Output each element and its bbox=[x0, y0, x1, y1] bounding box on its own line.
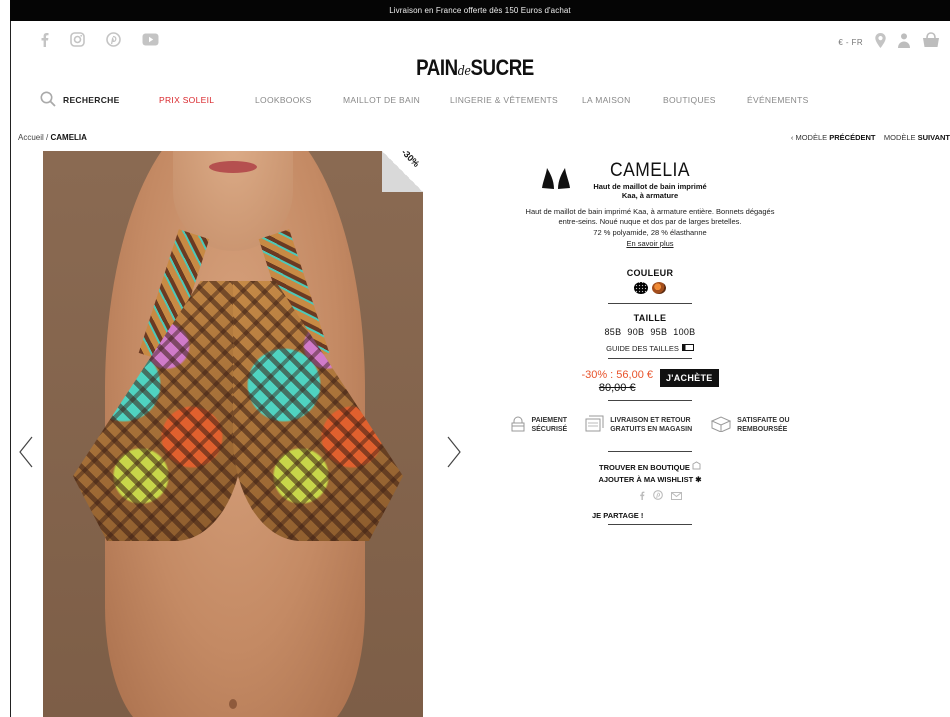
social-links bbox=[40, 32, 159, 52]
next-model-prefix: MODÈLE bbox=[883, 133, 918, 142]
product-details: CAMELIA Haut de maillot de bain imprimé … bbox=[500, 150, 800, 525]
product-composition: 72 % polyamide, 28 % élasthanne bbox=[593, 228, 707, 237]
size-option-85b[interactable]: 85B bbox=[605, 327, 622, 337]
size-options: 85B 90B 95B 100B bbox=[500, 327, 800, 337]
logo-text-left: PAIN bbox=[416, 55, 458, 80]
product-name: CAMELIA bbox=[610, 160, 690, 181]
header-utilities: € - FR bbox=[838, 32, 940, 53]
nav-item-prix-soleil[interactable]: PRIX SOLEIL bbox=[159, 95, 214, 105]
breadcrumb-current: CAMELIA bbox=[50, 133, 87, 142]
size-option-100b[interactable]: 100B bbox=[673, 327, 695, 337]
share-icons bbox=[500, 487, 800, 505]
ruler-icon bbox=[681, 344, 694, 353]
photo-model-navel bbox=[229, 699, 237, 709]
gallery-next-arrow[interactable] bbox=[446, 436, 462, 468]
wishlist-label: AJOUTER À MA WISHLIST bbox=[598, 474, 694, 484]
find-store-link[interactable]: TROUVER EN BOUTIQUE bbox=[500, 460, 800, 474]
facebook-icon[interactable] bbox=[40, 32, 49, 52]
previous-model-label: PRÉCÉDENT bbox=[829, 133, 876, 142]
size-guide-link[interactable]: GUIDE DES TAILLES bbox=[500, 344, 800, 353]
next-model-label: SUIVANT bbox=[917, 133, 950, 142]
search-icon bbox=[40, 91, 56, 109]
nav-item-lingerie-vetements[interactable]: LINGERIE & VÊTEMENTS bbox=[450, 95, 558, 105]
divider bbox=[608, 523, 692, 525]
learn-more-link[interactable]: En savoir plus bbox=[500, 239, 800, 248]
pinterest-icon[interactable] bbox=[106, 32, 121, 52]
nav-item-la-maison[interactable]: LA MAISON bbox=[582, 95, 631, 105]
color-swatch-check[interactable] bbox=[634, 282, 648, 294]
refund-package-icon bbox=[710, 416, 732, 436]
share-email-icon[interactable] bbox=[670, 487, 682, 505]
search-button[interactable]: RECHERCHE bbox=[40, 91, 158, 109]
nav-item-boutiques[interactable]: BOUTIQUES bbox=[663, 95, 716, 105]
find-store-label: TROUVER EN BOUTIQUE bbox=[599, 462, 690, 472]
size-label: TAILLE bbox=[633, 313, 667, 323]
delivery-box-icon bbox=[585, 415, 605, 437]
promo-banner: Livraison en France offerte dès 150 Euro… bbox=[10, 0, 950, 21]
instagram-icon[interactable] bbox=[70, 32, 85, 52]
next-model-link[interactable]: MODÈLE SUIVANT bbox=[884, 133, 950, 142]
discount-badge: -30% bbox=[382, 147, 423, 192]
guarantee-line2: GRATUITS EN MAGASIN bbox=[610, 425, 693, 433]
share-pinterest-icon[interactable] bbox=[652, 487, 663, 505]
site-logo[interactable]: PAINdeSUCRE bbox=[71, 55, 879, 81]
breadcrumb: Accueil / CAMELIA bbox=[18, 133, 87, 142]
logo-text-amp: de bbox=[457, 64, 471, 79]
location-pin-icon[interactable] bbox=[875, 32, 886, 53]
page-border bbox=[10, 0, 11, 717]
size-option-95b[interactable]: 95B bbox=[650, 327, 667, 337]
buy-button[interactable]: J'ACHÈTE bbox=[660, 369, 719, 387]
discount-badge-text: -30% bbox=[399, 147, 422, 169]
language-currency-selector[interactable]: € - FR bbox=[838, 38, 863, 47]
guarantee-line2: SÉCURISÉ bbox=[531, 425, 568, 433]
share-facebook-icon[interactable] bbox=[639, 487, 645, 505]
guarantee-free-delivery: LIVRAISON ET RETOUR GRATUITS EN MAGASIN bbox=[585, 415, 692, 437]
logo-text-right: SUCRE bbox=[470, 55, 535, 80]
model-pager: ‹ MODÈLE PRÉCÉDENT MODÈLE SUIVANT bbox=[791, 133, 950, 142]
guarantee-line1: SATISFAITE OU bbox=[737, 417, 790, 425]
size-option-90b[interactable]: 90B bbox=[627, 327, 644, 337]
color-swatch-kaa[interactable] bbox=[652, 282, 666, 294]
nav-item-lookbooks[interactable]: LOOKBOOKS bbox=[255, 95, 312, 105]
share-label: JE PARTAGE ! bbox=[592, 510, 644, 520]
store-icon bbox=[692, 460, 701, 472]
youtube-icon[interactable] bbox=[142, 33, 159, 51]
cart-icon[interactable] bbox=[922, 32, 940, 53]
asterisk-icon: ✱ bbox=[695, 474, 702, 484]
search-label: RECHERCHE bbox=[63, 95, 120, 105]
color-swatches bbox=[500, 282, 800, 294]
photo-model-lips bbox=[209, 161, 257, 173]
nav-item-maillot-de-bain[interactable]: MAILLOT DE BAIN bbox=[343, 95, 420, 105]
guarantees: PAIEMENT SÉCURISÉ LIVRAISON ET RETOUR GRAT… bbox=[500, 415, 800, 437]
nav-item-evenements[interactable]: ÉVÉNEMENTS bbox=[747, 95, 809, 105]
discounted-price: -30% : 56,00 € bbox=[581, 369, 653, 381]
guarantee-refund: SATISFAITE OU REMBOURSÉE bbox=[710, 415, 790, 437]
product-photo[interactable] bbox=[43, 151, 423, 717]
main-navigation: RECHERCHE PRIX SOLEIL LOOKBOOKS MAILLOT … bbox=[40, 91, 910, 109]
secure-payment-icon bbox=[510, 416, 526, 436]
guarantee-line2: REMBOURSÉE bbox=[737, 425, 788, 433]
previous-model-prefix: MODÈLE bbox=[795, 133, 830, 142]
guarantee-line1: PAIEMENT bbox=[531, 417, 568, 425]
account-icon[interactable] bbox=[898, 32, 910, 53]
add-to-wishlist-link[interactable]: AJOUTER À MA WISHLIST ✱ bbox=[500, 474, 800, 486]
guarantee-line1: LIVRAISON ET RETOUR bbox=[610, 417, 691, 425]
gallery-prev-arrow[interactable] bbox=[18, 436, 34, 468]
product-description: Haut de maillot de bain imprimé Kaa, à a… bbox=[525, 207, 775, 226]
guarantee-secure-payment: PAIEMENT SÉCURISÉ bbox=[510, 415, 567, 437]
previous-model-link[interactable]: ‹ MODÈLE PRÉCÉDENT bbox=[791, 133, 878, 142]
original-price: 80,00 € bbox=[598, 382, 636, 394]
price-row: -30% : 56,00 € 80,00 € J'ACHÈTE bbox=[500, 369, 800, 394]
size-guide-label: GUIDE DES TAILLES bbox=[606, 344, 679, 353]
breadcrumb-home[interactable]: Accueil bbox=[18, 133, 44, 142]
color-label: COULEUR bbox=[626, 268, 674, 278]
